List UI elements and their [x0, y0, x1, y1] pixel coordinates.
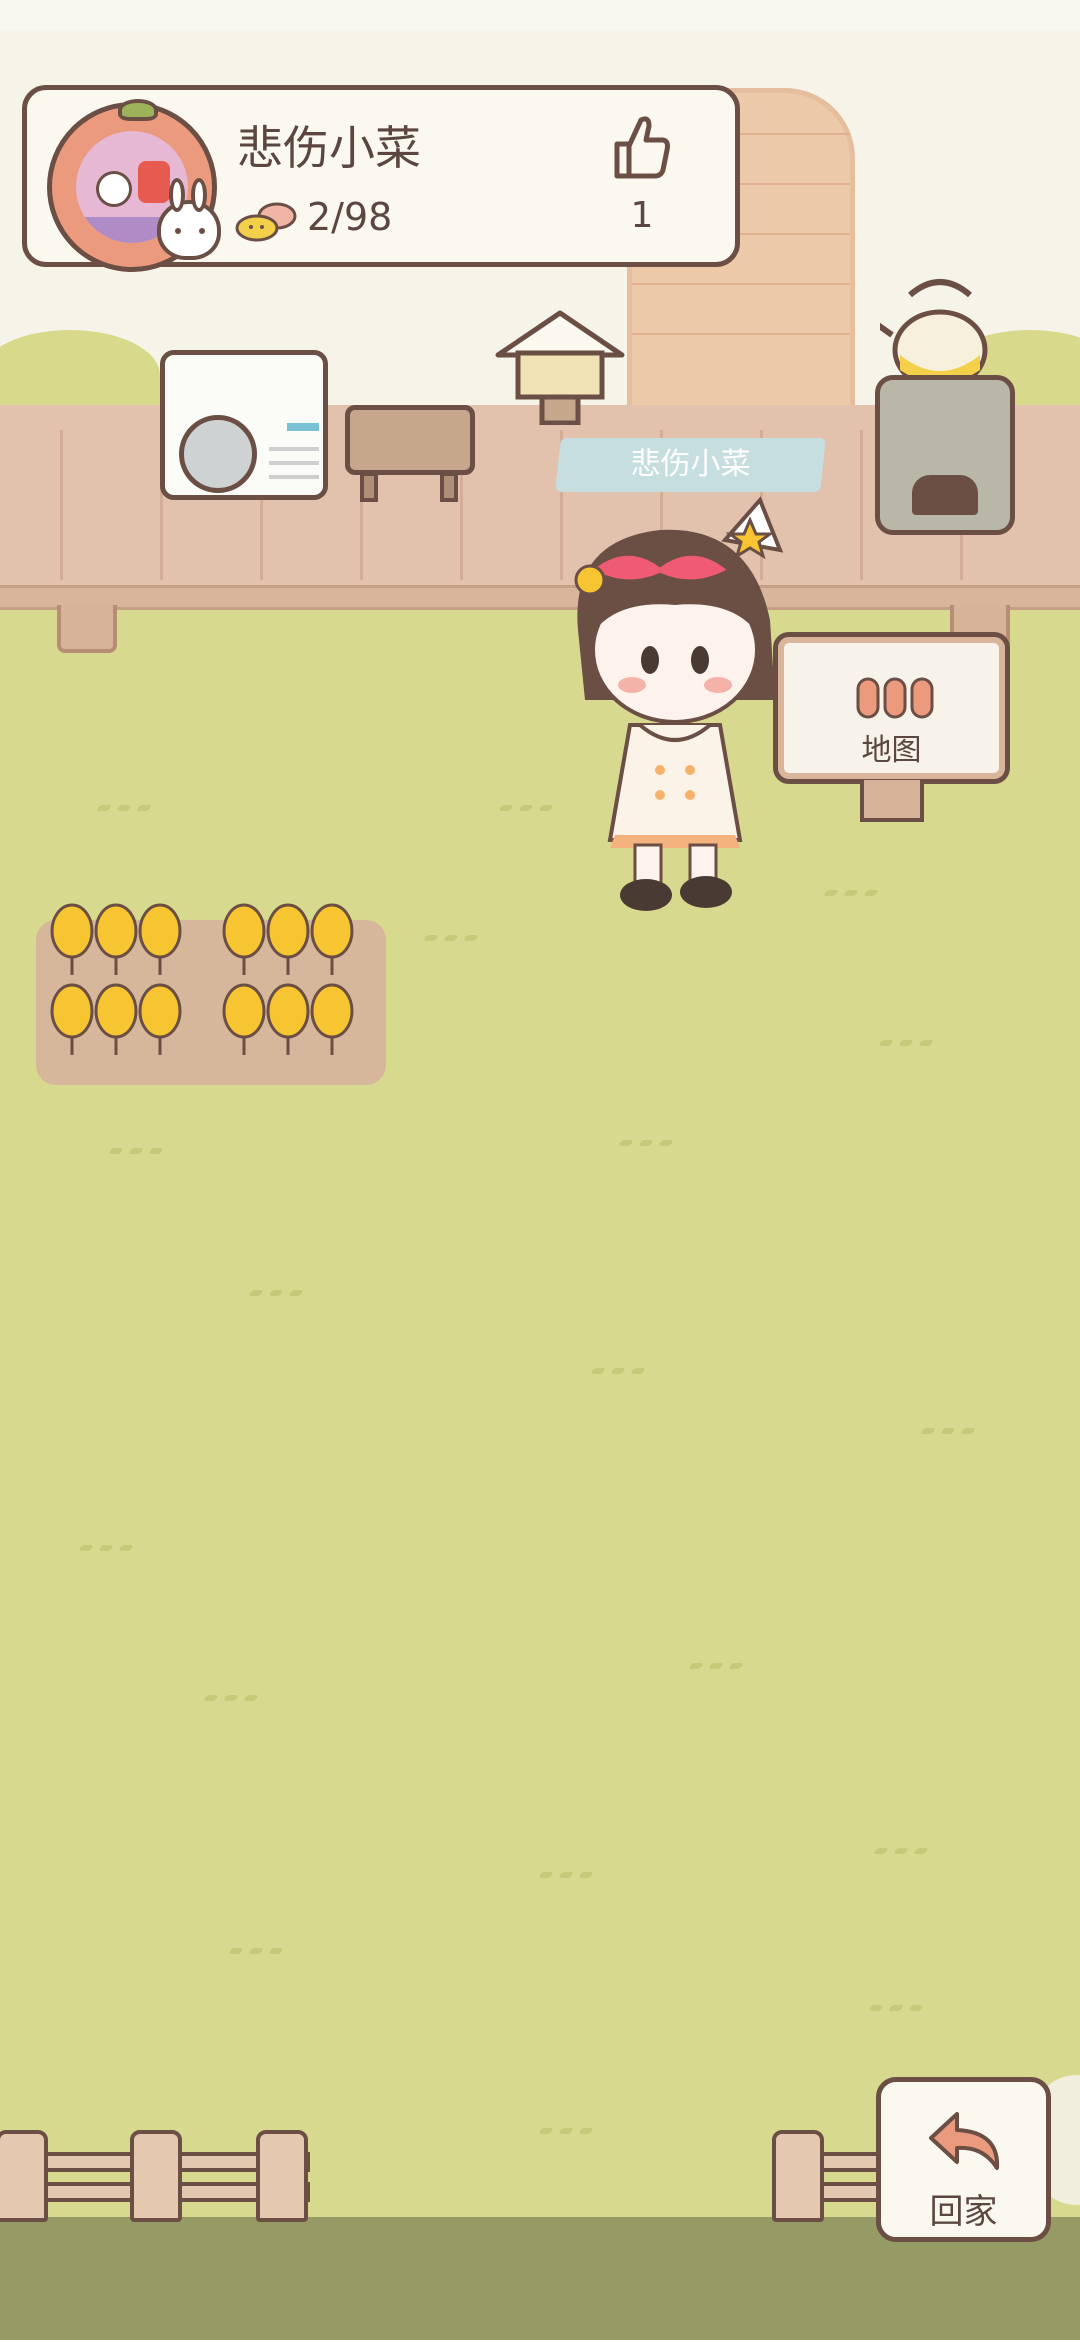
player-name: 悲伤小菜 — [237, 121, 421, 175]
wheat-icon[interactable] — [134, 895, 186, 975]
front-fence-post — [772, 2130, 824, 2222]
map-icon — [856, 677, 934, 719]
wheat-icon[interactable] — [134, 975, 186, 1055]
fence-rail — [0, 585, 1080, 610]
front-fence-post — [0, 2130, 48, 2222]
profile-card[interactable]: 悲伤小菜 2/98 1 — [22, 85, 740, 272]
home-button[interactable]: 回家 — [876, 2077, 1051, 2242]
top-band — [0, 0, 1080, 30]
wooden-stool[interactable] — [345, 405, 475, 475]
thumbs-up-icon[interactable] — [609, 110, 673, 182]
sign-post — [860, 780, 924, 822]
wheat-icon[interactable] — [306, 895, 358, 975]
like-count: 1 — [630, 195, 654, 236]
air-conditioner[interactable] — [160, 350, 328, 500]
front-fence-post — [256, 2130, 308, 2222]
player-character[interactable] — [550, 480, 850, 920]
seed-icon — [235, 202, 297, 242]
wheat-icon[interactable] — [306, 975, 358, 1055]
fan-icon — [179, 415, 257, 493]
fence-post — [57, 605, 117, 653]
home-label: 回家 — [929, 2192, 998, 2232]
seed-count: 2/98 — [307, 195, 393, 239]
leaf-icon — [118, 99, 158, 121]
front-fence-post — [130, 2130, 182, 2222]
mailbox-icon[interactable] — [490, 305, 630, 425]
bunny-icon — [157, 178, 221, 260]
return-arrow-icon — [929, 2112, 1000, 2170]
stove[interactable] — [875, 375, 1015, 535]
